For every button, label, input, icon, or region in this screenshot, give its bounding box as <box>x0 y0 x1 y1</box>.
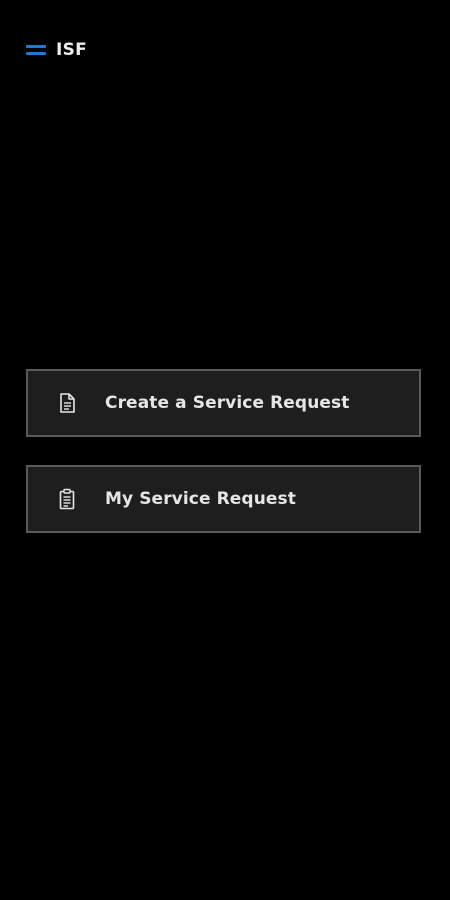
clipboard-list-icon <box>55 487 79 511</box>
create-service-request-button[interactable]: Create a Service Request <box>26 369 421 437</box>
menu-bar-bottom <box>26 52 46 55</box>
menu-bar-top <box>26 45 46 48</box>
hamburger-menu-icon[interactable] <box>26 43 46 57</box>
create-service-request-label: Create a Service Request <box>105 393 350 413</box>
my-service-request-label: My Service Request <box>105 489 296 509</box>
app-header: ISF <box>26 36 87 64</box>
my-service-request-button[interactable]: My Service Request <box>26 465 421 533</box>
document-icon <box>55 391 79 415</box>
app-title: ISF <box>56 40 88 60</box>
